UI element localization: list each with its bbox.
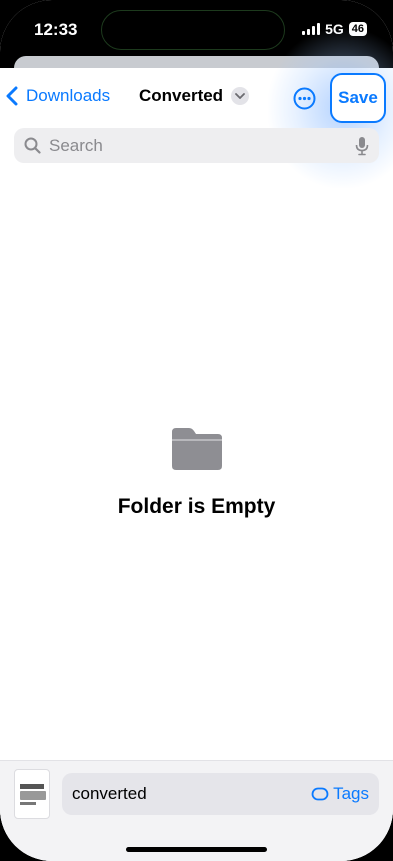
- ellipsis-circle-icon: [293, 87, 316, 110]
- battery-icon: 46: [348, 22, 367, 36]
- search-icon: [24, 137, 41, 154]
- save-button[interactable]: Save: [330, 73, 386, 123]
- filename-field[interactable]: converted Tags: [62, 773, 379, 815]
- home-indicator: [126, 847, 267, 852]
- navigation-bar: Downloads Converted Save: [0, 68, 393, 128]
- tags-button[interactable]: Tags: [311, 784, 369, 804]
- save-sheet: Downloads Converted Save Search Folder i…: [0, 28, 393, 861]
- cellular-signal-icon: [302, 23, 321, 35]
- search-input[interactable]: Search: [49, 136, 355, 156]
- file-thumbnail: [14, 769, 50, 819]
- microphone-icon[interactable]: [355, 136, 369, 156]
- dynamic-island: [101, 10, 285, 50]
- tag-icon: [311, 787, 329, 801]
- chevron-down-icon: [231, 87, 250, 105]
- back-button[interactable]: Downloads: [6, 86, 110, 106]
- save-footer: converted Tags: [0, 760, 393, 861]
- page-title: Converted: [139, 86, 224, 105]
- empty-state: Folder is Empty: [0, 426, 393, 519]
- chevron-left-icon: [6, 86, 18, 106]
- empty-message: Folder is Empty: [117, 495, 276, 518]
- phone-screen: 12:33 5G 46 Downloads Converted Save Sea…: [0, 0, 393, 861]
- folder-icon: [171, 428, 222, 470]
- folder-title-menu[interactable]: Converted: [139, 86, 250, 106]
- filename-input[interactable]: converted: [72, 784, 311, 804]
- tags-label: Tags: [333, 784, 369, 803]
- status-time: 12:33: [34, 20, 78, 39]
- status-indicators: 5G 46: [302, 21, 367, 37]
- back-label: Downloads: [26, 86, 111, 105]
- search-field[interactable]: Search: [14, 128, 379, 163]
- more-options-button[interactable]: [293, 87, 316, 115]
- network-type: 5G: [325, 21, 344, 37]
